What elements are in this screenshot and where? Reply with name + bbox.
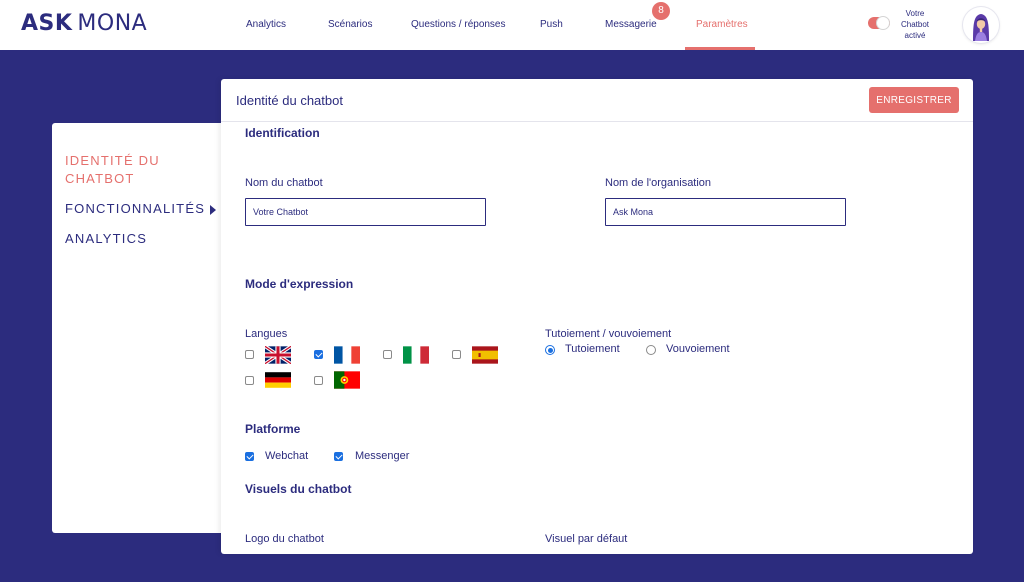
settings-side-menu: IDENTITÉ DU CHATBOT FONCTIONNALITÉS ANAL…	[52, 123, 228, 533]
visuals-section-title: Visuels du chatbot	[245, 482, 352, 496]
france-flag-icon	[334, 346, 360, 364]
language-checkbox-it[interactable]	[383, 350, 392, 359]
italy-flag-icon	[403, 346, 429, 364]
chatbot-identity-card: Identité du chatbot ENREGISTRER Identifi…	[221, 79, 973, 554]
active-tab-indicator	[685, 47, 755, 50]
card-title: Identité du chatbot	[236, 93, 343, 108]
status-line-2: Chatbot	[900, 20, 930, 29]
identification-section-title: Identification	[245, 126, 320, 140]
uk-flag-icon	[265, 346, 291, 364]
language-checkbox-pt[interactable]	[314, 376, 323, 385]
spain-flag-icon	[472, 346, 498, 364]
nav-parametres[interactable]: Paramètres	[696, 19, 748, 30]
tutoiement-label: Tutoiement	[565, 343, 620, 355]
save-button[interactable]: ENREGISTRER	[869, 87, 959, 113]
expression-section-title: Mode d'expression	[245, 277, 354, 291]
status-line-1: Votre	[905, 9, 925, 18]
ask-mona-logo[interactable]: ASK MONA	[21, 11, 147, 36]
language-checkbox-es[interactable]	[452, 350, 461, 359]
side-menu-analytics[interactable]: ANALYTICS	[65, 230, 147, 248]
languages-label: Langues	[245, 328, 288, 340]
chatbot-logo-label: Logo du chatbot	[245, 533, 324, 545]
language-checkbox-fr[interactable]	[314, 350, 323, 359]
side-menu-fonctionnalites[interactable]: FONCTIONNALITÉS	[65, 200, 205, 218]
vouvoiement-radio[interactable]	[646, 345, 656, 355]
default-visual-label: Visuel par défaut	[545, 533, 628, 545]
side-menu-identite-du-chatbot[interactable]: IDENTITÉ DU CHATBOT	[65, 152, 185, 188]
chevron-right-icon	[210, 205, 216, 215]
mona-avatar-icon	[973, 14, 989, 41]
user-avatar[interactable]	[963, 7, 999, 43]
germany-flag-icon	[265, 371, 291, 389]
language-checkbox-de[interactable]	[245, 376, 254, 385]
organisation-name-label: Nom de l'organisation	[605, 177, 712, 189]
nav-analytics[interactable]: Analytics	[246, 19, 286, 30]
address-mode-label: Tutoiement / vouvoiement	[545, 328, 672, 340]
language-checkbox-en[interactable]	[245, 350, 254, 359]
nav-messagerie[interactable]: Messagerie	[605, 19, 657, 30]
top-navigation-bar: ASK MONA Analytics Scénarios Questions / …	[0, 0, 1024, 50]
nav-push[interactable]: Push	[540, 19, 563, 30]
chatbot-name-label: Nom du chatbot	[245, 177, 323, 189]
status-line-3: activé	[904, 31, 926, 40]
platform-section-title: Platforme	[245, 422, 301, 436]
organisation-name-input[interactable]	[605, 198, 846, 226]
nav-scenarios[interactable]: Scénarios	[328, 19, 372, 30]
messenger-checkbox[interactable]	[334, 452, 343, 461]
messagerie-count-badge: 8	[652, 2, 670, 20]
chatbot-status-label: Votre Chatbot activé	[893, 8, 937, 41]
vouvoiement-label: Vouvoiement	[666, 343, 730, 355]
messenger-label: Messenger	[355, 450, 410, 462]
tutoiement-radio[interactable]	[545, 345, 555, 355]
logo-mona-text: MONA	[77, 11, 148, 36]
portugal-flag-icon	[334, 371, 360, 389]
webchat-checkbox[interactable]	[245, 452, 254, 461]
toggle-knob	[876, 16, 890, 30]
chatbot-name-input[interactable]	[245, 198, 486, 226]
chatbot-active-toggle[interactable]	[868, 16, 890, 30]
webchat-label: Webchat	[265, 450, 309, 462]
logo-ask-text: ASK	[21, 11, 73, 36]
nav-questions-reponses[interactable]: Questions / réponses	[411, 19, 506, 30]
card-header: Identité du chatbot ENREGISTRER	[221, 79, 973, 122]
